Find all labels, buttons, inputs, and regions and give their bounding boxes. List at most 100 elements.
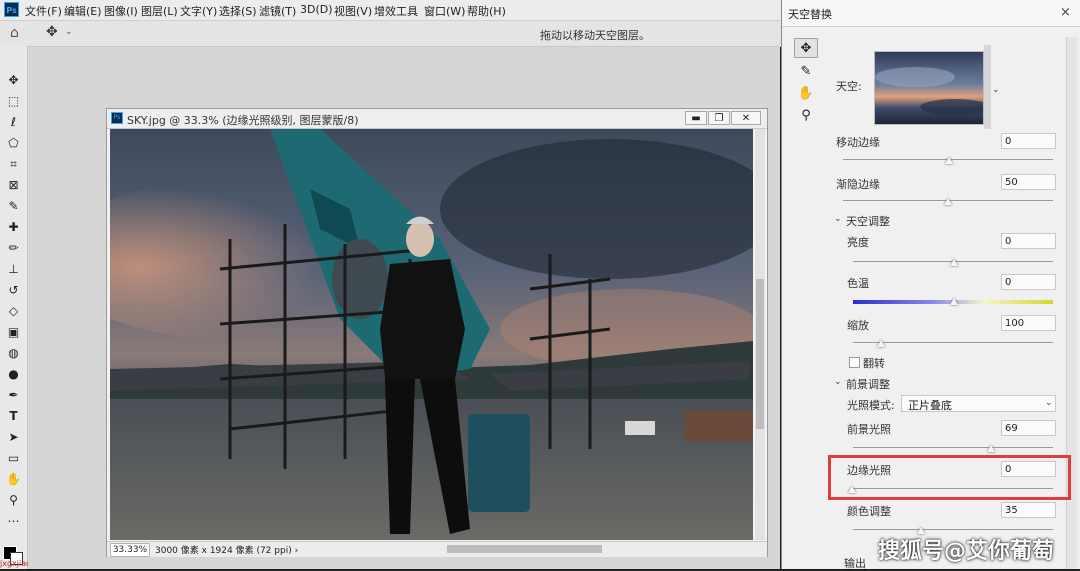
menu-filter[interactable]: 滤镜(T) <box>259 3 296 19</box>
fg-lighting-slider-track[interactable] <box>853 447 1053 448</box>
lighting-mode-value: 正片叠底 <box>908 399 952 412</box>
dodge-icon[interactable]: ● <box>5 366 22 383</box>
move-tool-preset-icon[interactable]: ✥ <box>46 24 58 40</box>
vertical-scroll-thumb[interactable] <box>756 279 764 429</box>
pen-icon[interactable]: ✒ <box>5 387 22 404</box>
fade-edge-label: 渐隐边缘 <box>836 178 880 191</box>
vertical-scrollbar[interactable] <box>755 129 765 540</box>
document-ps-icon: Ps <box>111 112 123 124</box>
color-adjust-field[interactable]: 35 <box>1001 502 1056 518</box>
menu-layer[interactable]: 图层(L) <box>141 3 178 19</box>
move-icon[interactable]: ✥ <box>5 72 22 89</box>
scale-label: 缩放 <box>847 319 869 332</box>
brightness-slider-thumb[interactable] <box>950 259 958 266</box>
zoom-icon[interactable]: ⚲ <box>5 492 22 509</box>
temperature-slider-thumb[interactable] <box>950 298 958 305</box>
image-canvas[interactable] <box>110 129 753 540</box>
fade-edge-slider-thumb[interactable] <box>944 198 952 205</box>
sohu-watermark: 搜狐号@艾你葡萄 <box>878 539 1055 564</box>
menu-file[interactable]: 文件(F) <box>25 3 62 19</box>
shift-edge-label: 移动边缘 <box>836 136 880 149</box>
color-adjust-slider-track[interactable] <box>853 529 1053 530</box>
document-dimensions: 3000 像素 x 1924 像素 (72 ppi) <box>155 546 292 556</box>
sky-dropdown-chevron-icon[interactable]: ⌄ <box>992 85 1000 95</box>
chevron-down-icon[interactable]: ⌄ <box>65 27 73 37</box>
menu-help[interactable]: 帮助(H) <box>467 3 506 19</box>
history-brush-icon[interactable]: ↺ <box>5 282 22 299</box>
marquee-icon[interactable]: ⬚ <box>5 93 22 110</box>
sky-photo <box>110 129 753 540</box>
menu-view[interactable]: 视图(V) <box>334 3 372 19</box>
document-titlebar[interactable]: Ps SKY.jpg @ 33.3% (边缘光照级别, 图层蒙版/8) ▬ ❐ … <box>107 109 767 129</box>
options-hint: 拖动以移动天空图层。 <box>540 29 650 42</box>
zoom-field[interactable]: 33.33% <box>110 543 150 557</box>
shift-edge-field[interactable]: 0 <box>1001 133 1056 149</box>
fg-lighting-slider-thumb[interactable] <box>987 445 995 452</box>
more-icon[interactable]: ⋯ <box>5 513 22 530</box>
menu-plugins[interactable]: 增效工具 <box>374 3 418 19</box>
lasso-icon[interactable]: ℓ <box>5 114 22 131</box>
flip-checkbox[interactable] <box>849 357 860 368</box>
sky-move-icon[interactable]: ✥ <box>794 38 818 58</box>
chevron-right-icon[interactable]: › <box>295 546 299 556</box>
chevron-down-icon: ⌄ <box>1045 398 1053 408</box>
dialog-tools: ✥ ✎ ✋ ⚲ <box>794 38 820 148</box>
menu-image[interactable]: 图像(I) <box>104 3 138 19</box>
lighting-mode-label: 光照模式: <box>847 399 895 412</box>
options-bar: ⌂ ✥ ⌄ 拖动以移动天空图层。 <box>0 21 781 47</box>
menu-select[interactable]: 选择(S) <box>219 3 257 19</box>
crop-icon[interactable]: ⌗ <box>5 156 22 173</box>
scale-field[interactable]: 100 <box>1001 315 1056 331</box>
lighting-mode-select[interactable]: 正片叠底 ⌄ <box>901 395 1056 412</box>
document-window: Ps SKY.jpg @ 33.3% (边缘光照级别, 图层蒙版/8) ▬ ❐ … <box>106 108 768 557</box>
eraser-icon[interactable]: ◇ <box>5 303 22 320</box>
brush-icon[interactable]: ✏ <box>5 240 22 257</box>
home-icon[interactable]: ⌂ <box>10 25 19 41</box>
menu-edit[interactable]: 编辑(E) <box>64 3 102 19</box>
menu-3d[interactable]: 3D(D) <box>300 3 333 16</box>
path-select-icon[interactable]: ➤ <box>5 429 22 446</box>
quick-select-icon[interactable]: ⬠ <box>5 135 22 152</box>
fg-adjust-section-label[interactable]: 前景调整 <box>846 376 890 392</box>
minimize-button[interactable]: ▬ <box>685 111 707 125</box>
dialog-titlebar[interactable]: 天空替换 × <box>782 0 1080 27</box>
horizontal-scroll-thumb[interactable] <box>447 545 602 553</box>
restore-button[interactable]: ❐ <box>708 111 730 125</box>
hand-icon[interactable]: ✋ <box>794 84 818 104</box>
fg-lighting-field[interactable]: 69 <box>1001 420 1056 436</box>
sky-preset-scrollbar[interactable] <box>984 45 991 129</box>
rectangle-icon[interactable]: ▭ <box>5 450 22 467</box>
brightness-label: 亮度 <box>847 236 869 249</box>
scale-slider-thumb[interactable] <box>877 340 885 347</box>
document-status-bar: 33.33% 3000 像素 x 1924 像素 (72 ppi) › <box>107 541 767 557</box>
fg-adjust-chevron-icon[interactable]: ⌄ <box>834 377 842 387</box>
photoshop-logo: Ps <box>4 2 19 17</box>
sky-preset-thumbnail[interactable] <box>874 51 984 125</box>
sky-adjust-section-label[interactable]: 天空调整 <box>846 213 890 229</box>
sky-adjust-chevron-icon[interactable]: ⌄ <box>834 214 842 224</box>
color-adjust-label: 颜色调整 <box>847 505 891 518</box>
type-icon[interactable]: T <box>5 408 22 425</box>
menu-window[interactable]: 窗口(W) <box>424 3 465 19</box>
spot-heal-icon[interactable]: ✚ <box>5 219 22 236</box>
brightness-field[interactable]: 0 <box>1001 233 1056 249</box>
frame-icon[interactable]: ⊠ <box>5 177 22 194</box>
document-title: SKY.jpg @ 33.3% (边缘光照级别, 图层蒙版/8) <box>127 114 359 127</box>
gradient-icon[interactable]: ▣ <box>5 324 22 341</box>
menu-type[interactable]: 文字(Y) <box>180 3 217 19</box>
eyedropper-icon[interactable]: ✎ <box>5 198 22 215</box>
fade-edge-field[interactable]: 50 <box>1001 174 1056 190</box>
dialog-close-button[interactable]: × <box>1060 5 1071 20</box>
close-button[interactable]: ✕ <box>731 111 761 125</box>
hand-icon[interactable]: ✋ <box>5 471 22 488</box>
sky-brush-icon[interactable]: ✎ <box>794 62 818 82</box>
blur-icon[interactable]: ◍ <box>5 345 22 362</box>
sky-preset-image <box>875 52 983 124</box>
stamp-icon[interactable]: ⊥ <box>5 261 22 278</box>
temperature-field[interactable]: 0 <box>1001 274 1056 290</box>
shift-edge-slider-thumb[interactable] <box>945 157 953 164</box>
flip-label[interactable]: 翻转 <box>863 355 885 371</box>
tools-panel: ✥ ⬚ ℓ ⬠ ⌗ ⊠ ✎ ✚ ✏ ⊥ ↺ ◇ ▣ ◍ ● ✒ T ➤ ▭ ✋ … <box>0 46 28 569</box>
sky-label: 天空: <box>836 80 862 93</box>
zoom-icon[interactable]: ⚲ <box>794 106 818 126</box>
